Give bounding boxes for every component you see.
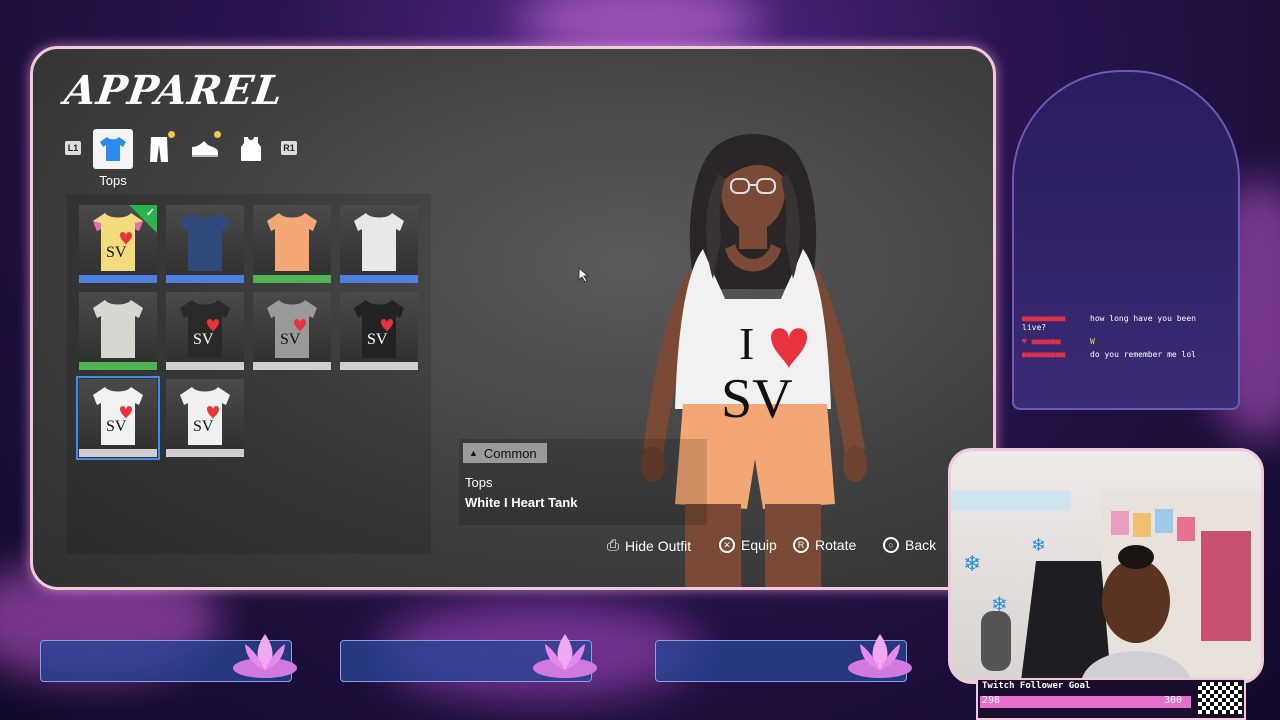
goal-target: 300 [1164, 695, 1183, 706]
shirt-thumbnail-icon [180, 213, 230, 271]
back-label: Back [905, 537, 937, 553]
tab-tops[interactable] [93, 129, 133, 169]
shirt-text-line1: I [739, 318, 754, 369]
shirt-thumbnail-icon [267, 213, 317, 271]
apparel-item[interactable]: SV [76, 376, 160, 460]
snowflake-icon: ❄ [1031, 535, 1046, 555]
shirt-thumbnail-icon [354, 213, 404, 271]
shirt-thumbnail-icon: SV [354, 300, 404, 358]
shirt-thumbnail-icon: SV [93, 387, 143, 445]
rarity-label: Common [483, 445, 537, 461]
chat-username: ♥ ■■■■■■ [1022, 337, 1061, 346]
touchpad-icon: ⎙ [607, 537, 620, 554]
item-category: Tops [465, 475, 493, 490]
chat-text: W [1090, 337, 1095, 346]
cursor-icon [578, 267, 590, 283]
triangle-icon: ▲ [469, 448, 478, 458]
shirt-graphic-text: SV [106, 418, 127, 435]
lotus-flower-icon [230, 630, 300, 680]
lotus-flower-icon [530, 630, 600, 680]
rotate-label: Rotate [815, 537, 857, 553]
goal-progress-bar [980, 696, 1191, 708]
checkmark-icon: ✓ [145, 207, 155, 219]
chat-message: ■■■■■■■■■ do you remember me lol [1022, 350, 1222, 359]
rotate-button[interactable]: R Rotate [793, 537, 856, 553]
rarity-bar [253, 275, 331, 283]
shirt-graphic-text: SV [193, 331, 214, 348]
rarity-bar [253, 362, 331, 370]
apparel-item[interactable]: SV [166, 292, 244, 370]
l1-button[interactable]: L1 [65, 141, 81, 155]
shirt-thumbnail-icon: SV [180, 387, 230, 445]
rarity-bar [166, 449, 244, 457]
apparel-item[interactable]: SV [166, 379, 244, 457]
new-indicator [214, 131, 221, 138]
circle-button-icon: ○ [883, 537, 899, 553]
r1-button[interactable]: R1 [281, 141, 297, 155]
pants-icon [150, 137, 168, 162]
tab-bottoms[interactable] [139, 129, 179, 169]
rarity-bar [340, 275, 418, 283]
chat-username: ■■■■■■■■■ [1022, 350, 1066, 359]
lotus-flower-icon [845, 630, 915, 680]
webcam-scene: ❄ ❄ ❄ [951, 491, 1261, 681]
rarity-bar [340, 362, 418, 370]
apparel-item[interactable]: SV [253, 292, 331, 370]
webcam-feed: ❄ ❄ ❄ [948, 448, 1264, 684]
goal-title: Twitch Follower Goal [982, 681, 1091, 691]
cross-button-icon: ✕ [719, 537, 735, 553]
apparel-item[interactable] [79, 292, 157, 370]
follower-goal-widget: Twitch Follower Goal 298 300 [976, 678, 1246, 720]
rarity-bar [79, 362, 157, 370]
goal-current: 298 [982, 695, 1001, 706]
hide-outfit-button[interactable]: ⎙ Hide Outfit [607, 537, 691, 554]
tanktop-icon [241, 137, 261, 161]
rarity-bar [79, 449, 157, 457]
rarity-bar [166, 362, 244, 370]
item-info-panel: ▲ Common Tops White I Heart Tank [459, 439, 707, 525]
shirt-text-line2: SV [721, 368, 793, 430]
apparel-item[interactable]: SV ✓ [79, 205, 157, 283]
shirt-graphic-text: SV [280, 331, 301, 348]
shirt-graphic-text: SV [193, 418, 214, 435]
tshirt-icon [100, 137, 126, 161]
hide-outfit-label: Hide Outfit [625, 537, 692, 554]
chat-username: ■■■■■■■■■ [1022, 314, 1066, 323]
shirt-thumbnail-icon: SV [180, 300, 230, 358]
equip-label: Equip [741, 537, 777, 553]
page-title: APPAREL [61, 67, 287, 114]
apparel-item[interactable]: SV [340, 292, 418, 370]
apparel-item[interactable] [340, 205, 418, 283]
active-tab-label: Tops [99, 173, 127, 188]
equip-button[interactable]: ✕ Equip [719, 537, 777, 553]
rarity-bar [166, 275, 244, 283]
checkered-flag-icon [1198, 682, 1242, 714]
shoe-icon [192, 141, 218, 157]
new-indicator [168, 131, 175, 138]
snowflake-icon: ❄ [963, 551, 981, 576]
chat-message: ♥ ■■■■■■ W [1022, 337, 1222, 346]
chat-message: ■■■■■■■■■ how long have you been live? [1022, 314, 1222, 332]
rarity-badge: ▲ Common [463, 443, 547, 463]
rarity-bar [79, 275, 157, 283]
shirt-graphic-text: SV [367, 331, 388, 348]
tab-shoes[interactable] [185, 129, 225, 169]
chat-panel [1012, 70, 1240, 410]
shirt-thumbnail-icon [93, 300, 143, 358]
apparel-item[interactable] [166, 205, 244, 283]
apparel-item[interactable] [253, 205, 331, 283]
game-capture: APPAREL L1 R1 Tops I SV ▲ Common Tops Wh… [30, 46, 996, 590]
shirt-graphic-text: SV [106, 244, 127, 261]
shirt-thumbnail-icon: SV [267, 300, 317, 358]
tab-tanks[interactable] [231, 129, 271, 169]
chat-text: do you remember me lol [1090, 350, 1196, 359]
right-stick-icon: R [793, 537, 809, 553]
item-name: White I Heart Tank [465, 495, 578, 510]
back-button[interactable]: ○ Back [883, 537, 936, 553]
